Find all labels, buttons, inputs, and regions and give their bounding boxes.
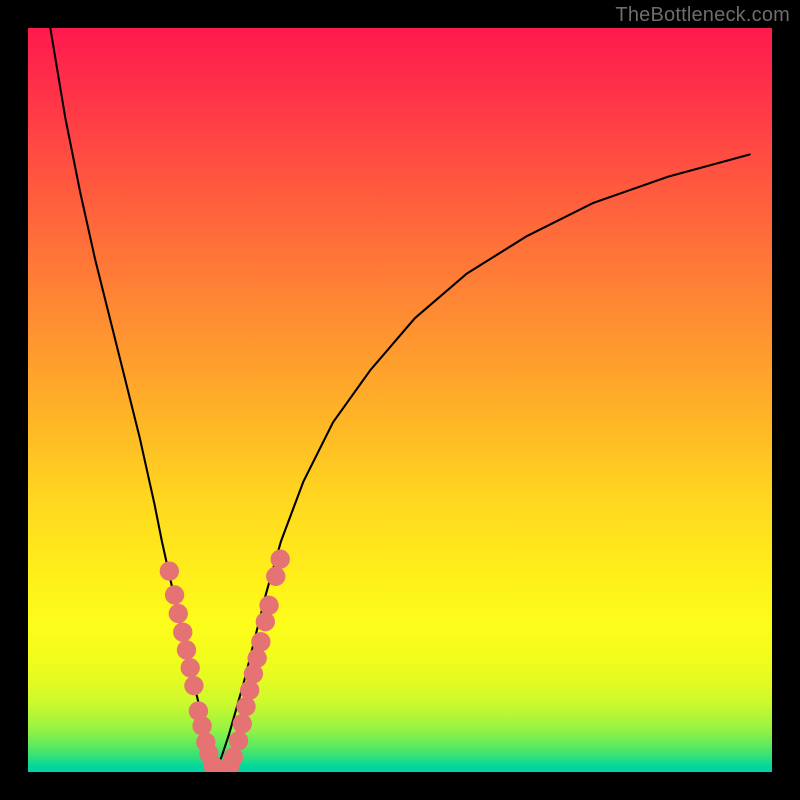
data-marker bbox=[266, 567, 285, 586]
data-marker bbox=[271, 550, 290, 569]
data-marker bbox=[240, 680, 259, 699]
data-marker bbox=[165, 585, 184, 604]
data-marker bbox=[259, 596, 278, 615]
data-marker bbox=[236, 697, 255, 716]
data-marker bbox=[251, 632, 270, 651]
curve-right-branch bbox=[214, 154, 750, 772]
data-marker bbox=[169, 604, 188, 623]
plot-area bbox=[28, 28, 772, 772]
data-marker bbox=[160, 561, 179, 580]
data-marker bbox=[233, 714, 252, 733]
data-marker bbox=[247, 648, 266, 667]
chart-svg bbox=[28, 28, 772, 772]
data-marker bbox=[256, 612, 275, 631]
data-marker bbox=[173, 622, 192, 641]
markers-group bbox=[160, 550, 290, 772]
data-marker bbox=[224, 747, 243, 766]
attribution-text: TheBottleneck.com bbox=[615, 4, 790, 27]
data-marker bbox=[177, 640, 196, 659]
data-marker bbox=[181, 658, 200, 677]
data-marker bbox=[184, 676, 203, 695]
data-marker bbox=[229, 731, 248, 750]
chart-frame: TheBottleneck.com bbox=[0, 0, 800, 800]
data-marker bbox=[192, 716, 211, 735]
